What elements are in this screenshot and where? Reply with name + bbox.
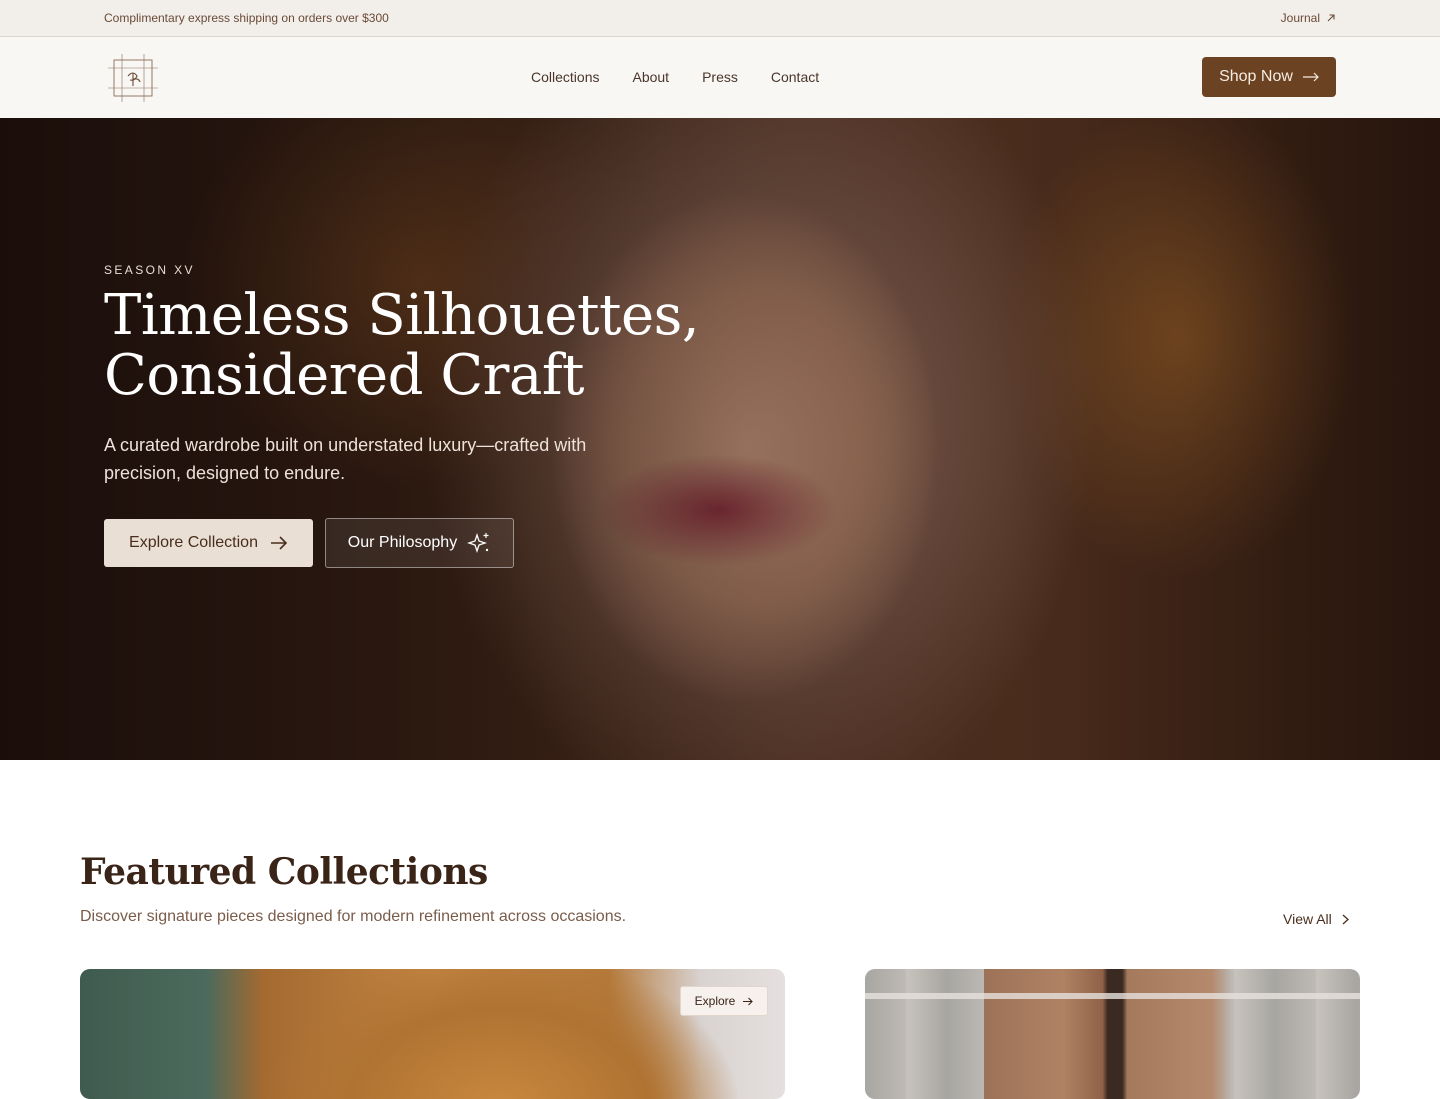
arrow-up-right-icon [1327, 14, 1335, 22]
nav-collections[interactable]: Collections [531, 69, 599, 85]
view-all-label: View All [1283, 911, 1332, 927]
our-philosophy-button[interactable]: Our Philosophy [325, 518, 514, 568]
explore-collection-button[interactable]: Explore Collection [104, 519, 313, 567]
explore-button[interactable]: Explore [680, 986, 768, 1016]
collection-card[interactable] [865, 969, 1360, 1099]
nav-contact[interactable]: Contact [771, 69, 819, 85]
hero-title-line2: Considered Craft [104, 343, 585, 408]
sparkles-icon [467, 532, 489, 554]
collection-image [865, 969, 1360, 1099]
explore-label: Explore [694, 994, 736, 1008]
featured-title: Featured Collections [80, 851, 488, 893]
arrow-right-icon [743, 997, 754, 1005]
brand-logo[interactable] [108, 54, 158, 102]
view-all-link[interactable]: View All [1283, 911, 1349, 927]
arrow-right-icon [270, 536, 288, 550]
hero-subtitle: A curated wardrobe built on understated … [104, 435, 587, 483]
nav-about[interactable]: About [632, 69, 669, 85]
featured-subtitle: Discover signature pieces designed for m… [80, 908, 627, 925]
site-header: Collections About Press Contact Shop Now [0, 37, 1440, 118]
promo-text: Complimentary express shipping on orders… [104, 11, 389, 25]
nav-press[interactable]: Press [702, 69, 738, 85]
chevron-right-icon [1342, 914, 1349, 924]
explore-collection-label: Explore Collection [129, 534, 258, 551]
hero-title-line1: Timeless Silhouettes, [104, 283, 700, 348]
shop-now-button[interactable]: Shop Now [1202, 57, 1336, 97]
journal-link[interactable]: Journal [1281, 11, 1336, 25]
hero-section: SEASON XV Timeless Silhouettes, Consider… [0, 118, 1440, 760]
our-philosophy-label: Our Philosophy [347, 534, 458, 551]
journal-label: Journal [1280, 11, 1320, 25]
shop-now-label: Shop Now [1219, 68, 1293, 85]
announcement-bar: Complimentary express shipping on orders… [0, 0, 1440, 37]
main-nav: Collections About Press Contact [531, 69, 852, 85]
hero-title: Timeless Silhouettes, Considered Craft [104, 286, 744, 406]
hero-eyebrow: SEASON XV [104, 263, 195, 277]
arrow-right-icon [1302, 72, 1319, 82]
collection-card[interactable]: Explore [80, 969, 785, 1099]
